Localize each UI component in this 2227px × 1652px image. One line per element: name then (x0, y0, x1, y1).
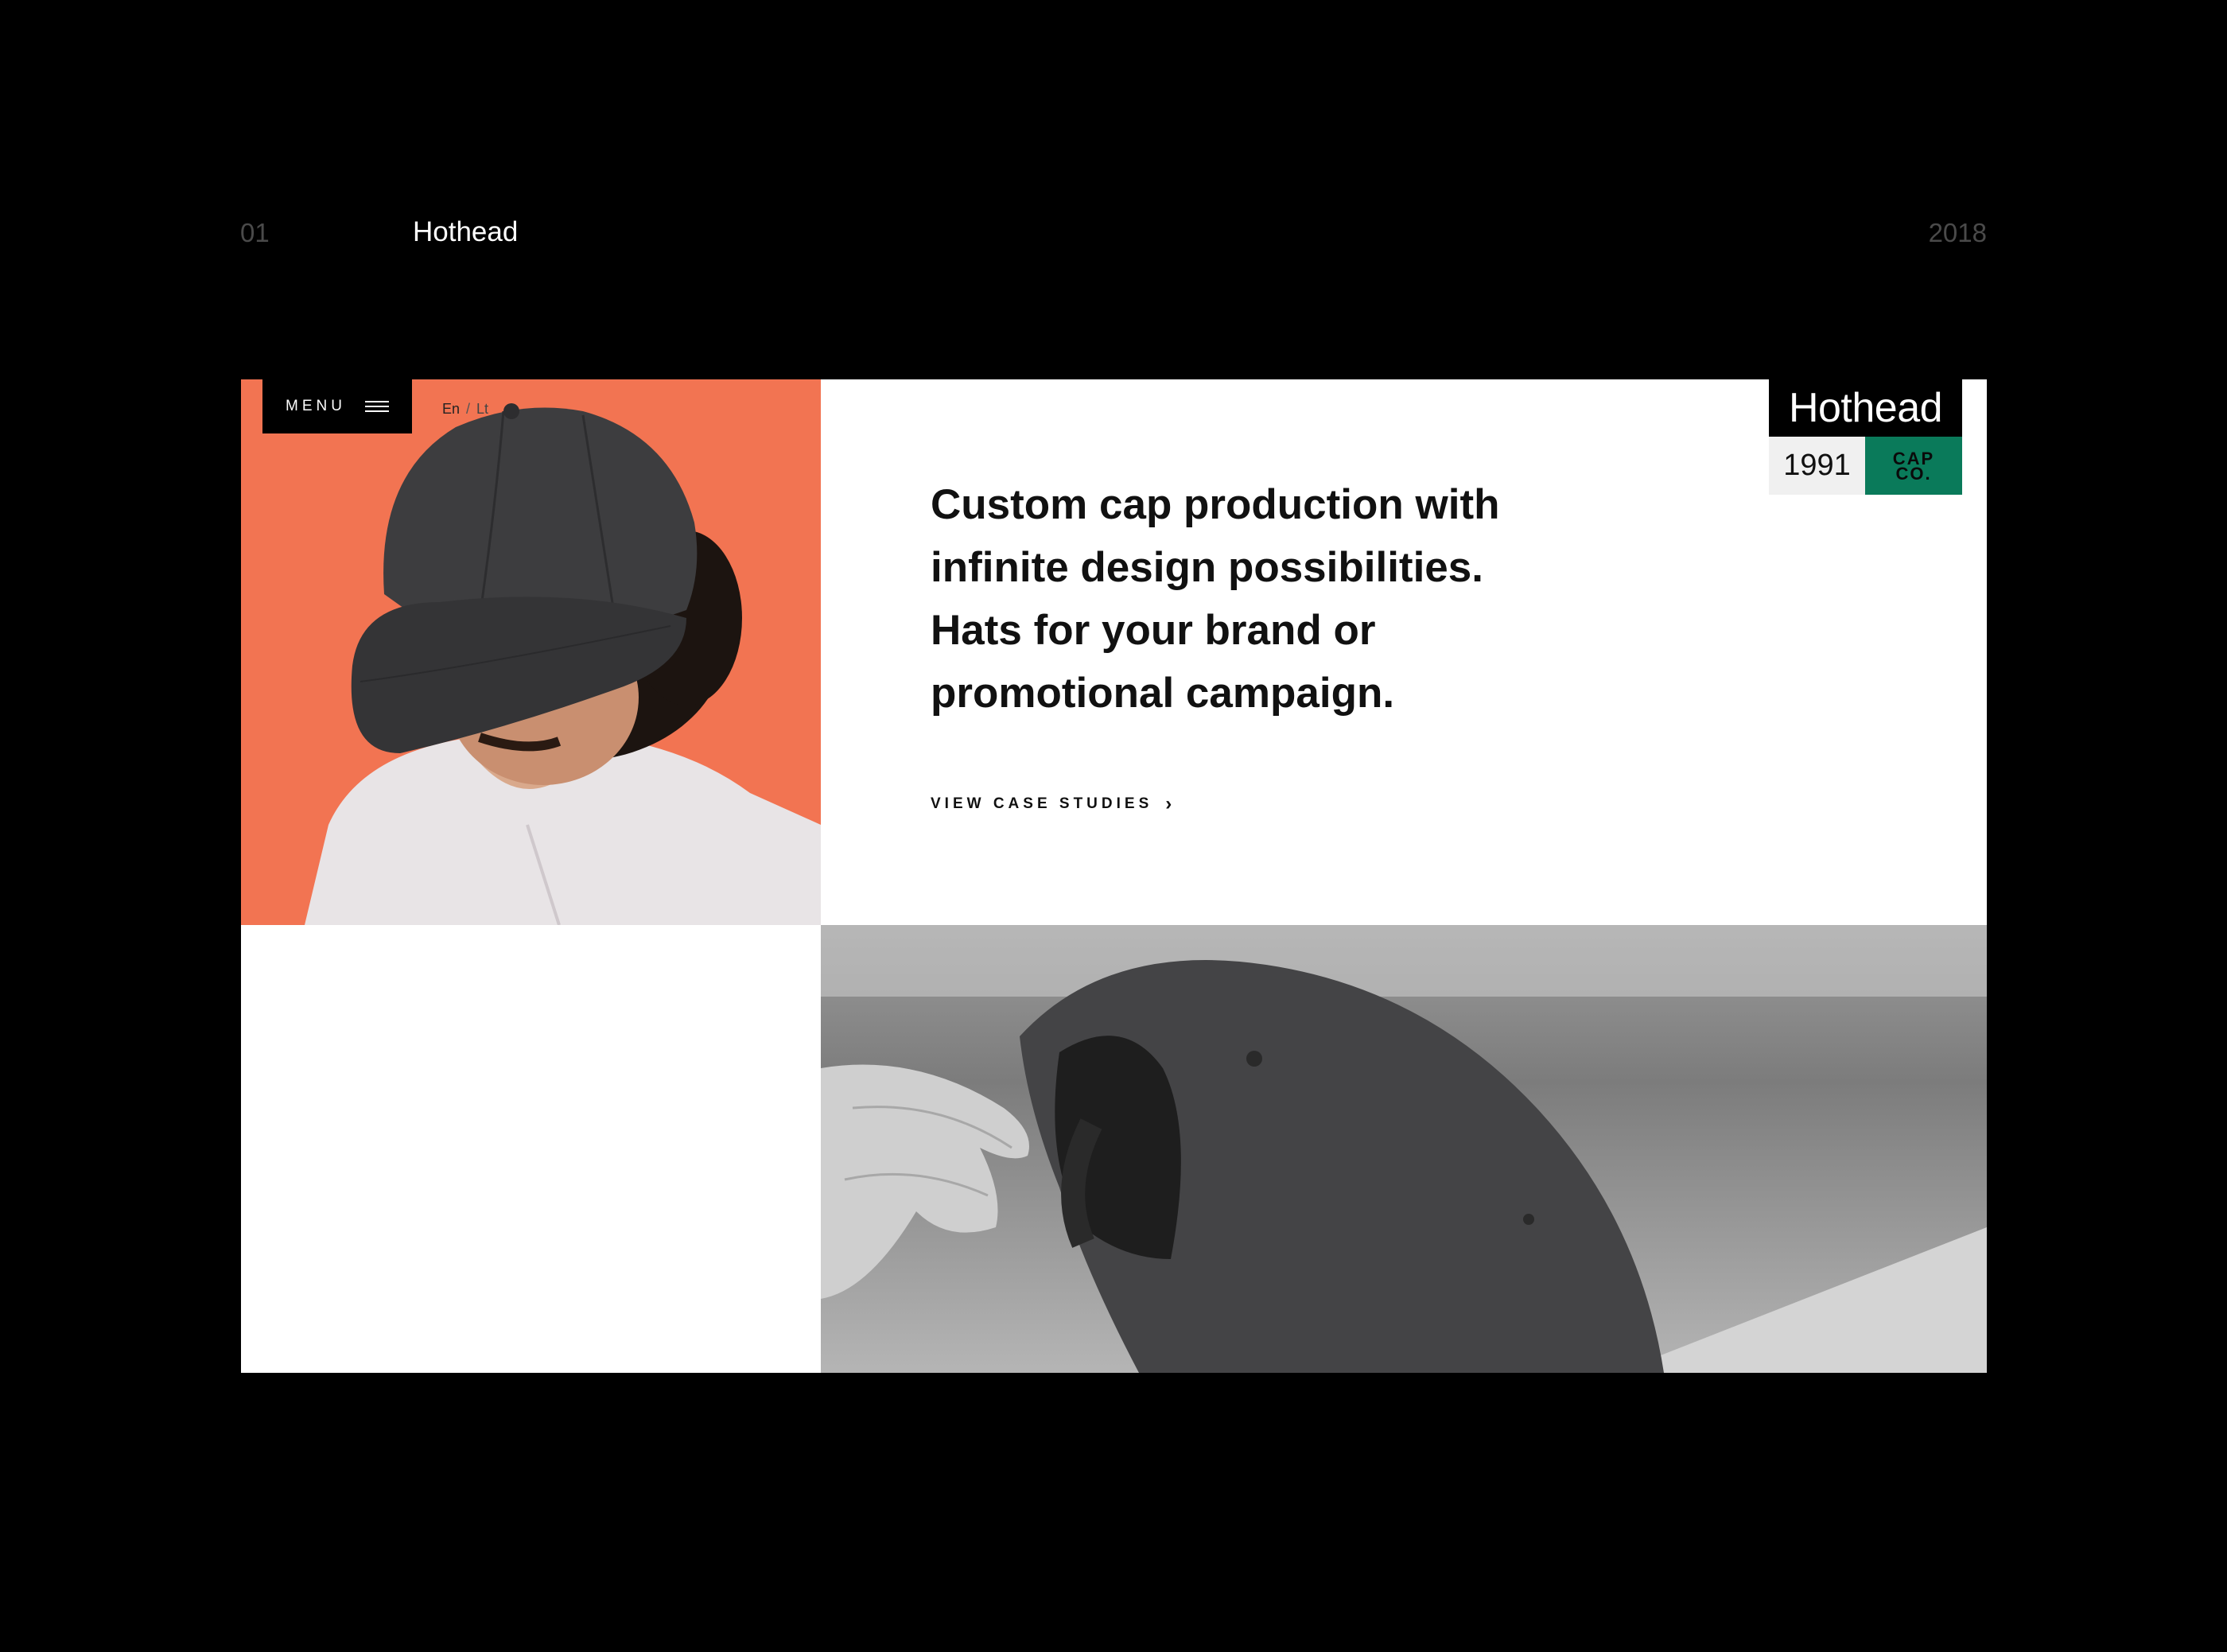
headline-line: promotional campaign. (931, 670, 1395, 717)
logo-year: 1991 (1769, 437, 1865, 495)
bottom-illustration (821, 925, 1987, 1373)
cta-label: VIEW CASE STUDIES (931, 795, 1153, 812)
hero-headline: Custom cap production with infinite desi… (931, 473, 1599, 725)
bottom-photo-cap-in-hand (821, 925, 1987, 1373)
view-case-studies-link[interactable]: VIEW CASE STUDIES › (931, 793, 1172, 815)
headline-line: Custom cap production with (931, 481, 1500, 528)
case-year: 2018 (1928, 218, 1987, 247)
case-number: 01 (240, 218, 270, 247)
headline-line: infinite design possibilities. (931, 544, 1483, 591)
case-title: Hothead (413, 216, 519, 247)
hero-photo-man-in-cap: MENU En / Lt (241, 379, 821, 925)
brand-logo[interactable]: Hothead 1991 CAP CO. (1769, 379, 1962, 495)
chevron-right-icon: › (1165, 793, 1172, 814)
menu-button[interactable]: MENU (262, 379, 412, 433)
hero-illustration (241, 379, 821, 925)
headline-line: Hats for your brand or (931, 607, 1376, 654)
blank-panel (241, 925, 821, 1373)
menu-label: MENU (286, 398, 346, 414)
lang-en-link[interactable]: En (442, 401, 460, 417)
logo-cap-co: CAP CO. (1865, 437, 1962, 495)
hamburger-icon (364, 401, 389, 412)
lang-lt-link[interactable]: Lt (476, 401, 488, 417)
logo-wordmark: Hothead (1769, 379, 1962, 437)
language-switcher: En / Lt (442, 401, 488, 418)
logo-cap-line2: CO. (1895, 463, 1932, 484)
website-preview: MENU En / Lt Hothead 1991 CAP CO. Custom c… (241, 379, 1987, 1373)
lang-separator: / (466, 401, 471, 417)
